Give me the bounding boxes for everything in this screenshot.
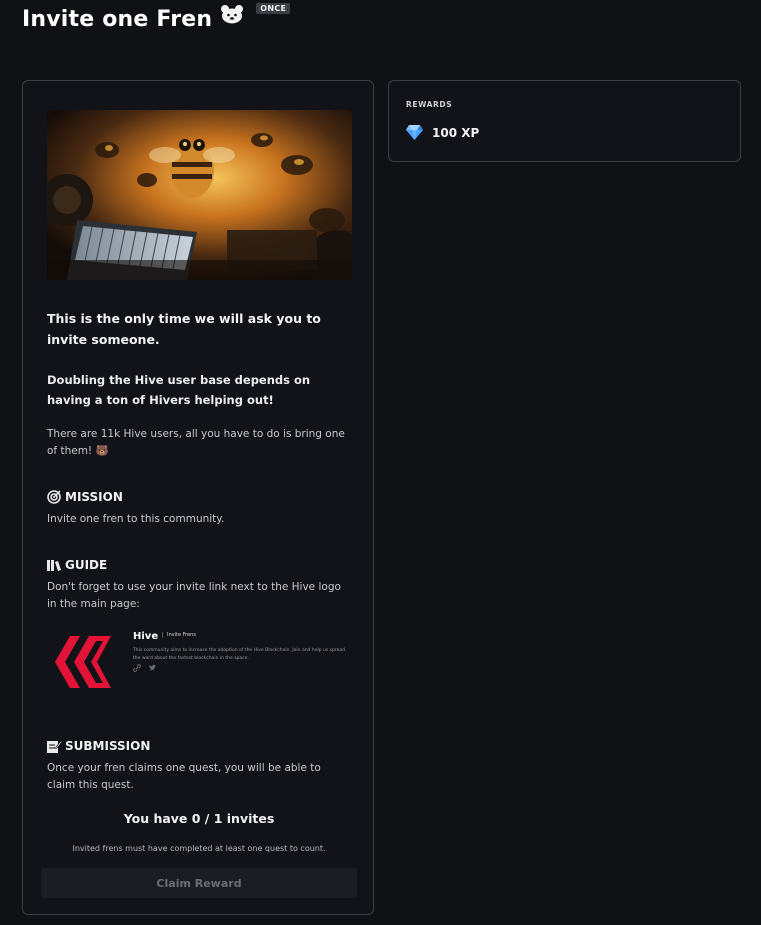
books-icon: [47, 560, 61, 571]
submission-heading-label: SUBMISSION: [65, 739, 151, 753]
reward-xp-value: 100 XP: [432, 125, 480, 140]
gem-icon: [406, 125, 423, 140]
guide-heading: GUIDE: [47, 558, 352, 572]
memo-icon: [47, 740, 62, 753]
frequency-badge: ONCE: [256, 3, 291, 14]
fren-face-icon: [220, 4, 244, 24]
hive-community-name: Hive: [133, 631, 159, 642]
mission-heading: MISSION: [47, 490, 352, 504]
rewards-card: REWARDS 100 XP: [388, 80, 741, 162]
target-icon: [47, 490, 61, 504]
link-icon[interactable]: [133, 664, 141, 672]
quest-header: Invite one Fren ONCE: [22, 3, 291, 34]
submission-text: Once your fren claims one quest, you wil…: [47, 762, 321, 791]
mission-heading-label: MISSION: [65, 490, 123, 504]
hive-community-preview: Hive Invite Frens This community aims to…: [47, 622, 352, 702]
sub-heading: Doubling the Hive user base depends on h…: [47, 373, 311, 407]
intro-heading: This is the only time we will ask you to…: [47, 311, 321, 347]
quest-card: This is the only time we will ask you to…: [22, 80, 374, 915]
hive-community-description: This community aims to increase the adop…: [133, 648, 345, 661]
claim-reward-button[interactable]: Claim Reward: [41, 868, 357, 898]
invites-status: You have 0 / 1 invites: [123, 811, 275, 826]
hive-logo-icon: [55, 636, 111, 688]
guide-heading-label: GUIDE: [65, 558, 108, 572]
page-title: Invite one Fren: [22, 7, 213, 32]
reward-item: 100 XP: [406, 125, 479, 140]
submission-heading: SUBMISSION: [47, 739, 352, 753]
guide-text: Don't forget to use your invite link nex…: [47, 581, 341, 610]
quest-hero-image: [47, 110, 352, 280]
invite-frens-link[interactable]: Invite Frens: [162, 632, 196, 638]
rewards-label: REWARDS: [406, 100, 453, 109]
twitter-icon[interactable]: [149, 664, 157, 672]
body-text: There are 11k Hive users, all you have t…: [47, 428, 345, 457]
hive-social-links: [133, 664, 157, 672]
mission-text: Invite one fren to this community.: [47, 513, 225, 525]
invites-note: Invited frens must have completed at lea…: [72, 844, 326, 853]
